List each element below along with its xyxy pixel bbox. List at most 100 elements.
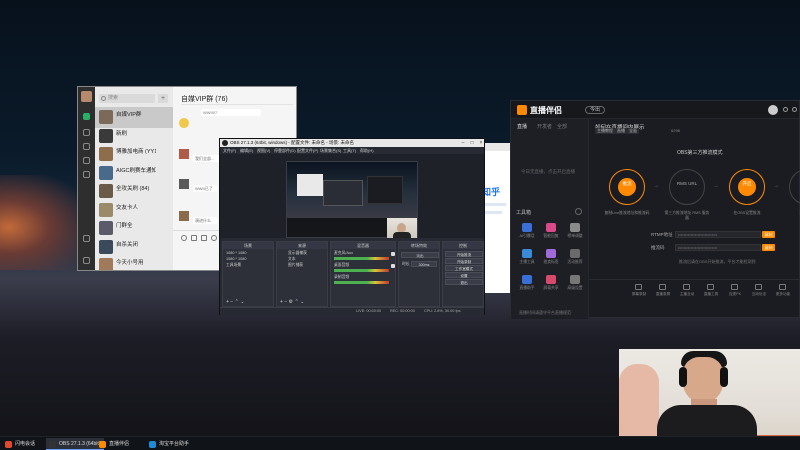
tool-label: 互动玩法 <box>751 292 767 296</box>
chat-icon[interactable] <box>83 113 90 120</box>
close-icon[interactable]: × <box>478 140 484 146</box>
tab-all[interactable]: 全部 <box>557 123 567 130</box>
minimize-icon[interactable]: – <box>460 140 466 146</box>
taskbar-item[interactable]: 淘宝平台助手 <box>146 438 193 450</box>
chat-list-item[interactable]: 今天小号用 <box>95 255 173 270</box>
sources-dock: 来源 显示器捕获 文本 图片捕获 + − ⚙ ⌃ ⌄ <box>276 241 328 307</box>
app-icon <box>49 441 56 448</box>
tool-label: 直播工具 <box>703 292 719 296</box>
tool-直播助手[interactable]: 直播助手 <box>517 275 537 295</box>
tool-AI引爆话[interactable]: AI引爆话 <box>517 223 537 243</box>
tool-label: AI引爆话 <box>519 234 535 238</box>
avatar <box>179 179 189 189</box>
guide-tag[interactable]: 直播 <box>615 128 627 134</box>
taskbar-item[interactable]: 直播伴侣 <box>96 438 133 450</box>
divider <box>181 104 293 105</box>
moments-icon[interactable] <box>83 171 90 178</box>
tool-icon <box>659 284 666 290</box>
studio-mode-button[interactable]: 工作室模式 <box>445 265 483 271</box>
tool-榜单调整[interactable]: 榜单调整 <box>565 223 585 243</box>
copy-rtmp-button[interactable]: 复制 <box>762 231 775 238</box>
contacts-icon[interactable] <box>83 129 90 136</box>
guide-tag[interactable]: 全面 <box>627 128 639 134</box>
mixer-channel-label: 录制音频 <box>334 275 350 279</box>
source-item[interactable]: 图片捕获 <box>280 263 303 268</box>
source-item[interactable]: 文本 <box>280 257 296 262</box>
stream-key-field[interactable]: •••••••••••••••••••••••••••• <box>675 244 761 251</box>
chat-name: 自媒VIP群 <box>116 112 142 118</box>
close-icon[interactable] <box>792 107 797 112</box>
avatar <box>179 149 189 159</box>
mixer-dock: 混音器 麦克风/Aux 桌面音频 录制音频 <box>330 241 396 307</box>
tool-拍卖标签[interactable]: 拍卖标签 <box>541 249 561 269</box>
arrow-icon: → <box>773 183 779 189</box>
add-source-button[interactable]: + − ⚙ ⌃ ⌄ <box>280 299 304 305</box>
tool-高级设置[interactable]: 高级设置 <box>565 275 585 295</box>
start-streaming-button[interactable]: 开始推流 <box>445 251 483 257</box>
scene-item[interactable]: 工具场景 <box>226 263 241 268</box>
arrow-icon: → <box>653 183 659 189</box>
tool-label: 连麦PK <box>729 292 741 296</box>
sources-header: 来源 <box>277 242 327 249</box>
tool-活动推荐[interactable]: 活动推荐 <box>565 249 585 269</box>
app-icon <box>5 441 12 448</box>
controls-dock: 控制 开始推流 开始录制 工作室模式 设置 退出 <box>442 241 484 307</box>
tool-屏幕共享[interactable]: 屏幕共享 <box>541 275 561 295</box>
user-avatar[interactable] <box>768 105 778 115</box>
tab-live[interactable]: 直播 <box>517 123 527 130</box>
version-badge[interactable]: 今出 <box>585 106 606 114</box>
speaker-icon[interactable] <box>391 252 395 256</box>
chat-name: 交友卡人 <box>116 204 139 211</box>
headphone-left <box>679 367 687 387</box>
folder-icon[interactable] <box>191 235 197 241</box>
duration-field[interactable]: 300ms <box>411 261 437 267</box>
guide-tag[interactable]: 主播教程 <box>595 128 615 134</box>
favorites-icon[interactable] <box>83 143 90 150</box>
settings-icon[interactable] <box>575 208 582 215</box>
menu-icon[interactable] <box>83 257 90 264</box>
add-scene-button[interactable]: + − ⌃ ⌄ <box>226 299 244 305</box>
chat-name: 博雅加电商 (YY107 <box>116 149 156 155</box>
emoji-icon[interactable] <box>181 235 187 241</box>
step-caption: 在OBS设置推流 <box>733 211 761 215</box>
add-chat-button[interactable]: + <box>158 94 168 103</box>
source-item[interactable]: 显示器捕获 <box>280 251 307 256</box>
tab-developer[interactable]: 开发者 <box>537 123 552 130</box>
avatar <box>99 128 113 143</box>
tool-icon <box>522 223 532 232</box>
tool-icon <box>570 249 580 258</box>
maximize-icon[interactable]: □ <box>469 140 475 146</box>
transition-select[interactable]: 淡出 <box>401 252 439 258</box>
start-recording-button[interactable]: 开始录制 <box>445 258 483 264</box>
exit-button[interactable]: 退出 <box>445 279 483 285</box>
stream-key-label: 推流码 <box>651 245 665 250</box>
message-bubble: WWII07 <box>201 109 261 116</box>
avatar[interactable] <box>81 91 92 102</box>
chat-name: 今天小号用 <box>116 260 144 266</box>
speaker-icon[interactable] <box>391 264 395 268</box>
tool-主播工具[interactable]: 主播工具 <box>517 249 537 269</box>
minimize-icon[interactable] <box>783 107 788 112</box>
webcam-overlay <box>619 349 800 450</box>
taskbar-item[interactable]: 闪电会话 <box>2 438 39 450</box>
scene-item[interactable]: 1080 * 1080 <box>226 251 246 255</box>
history-icon[interactable] <box>211 235 217 241</box>
tool-智能回复[interactable]: 智能回复 <box>541 223 561 243</box>
search-input[interactable]: 搜索 <box>99 94 155 103</box>
scene-item[interactable]: 1080 * 1080 <box>226 257 246 261</box>
message-bubble: 演进什么 <box>193 217 217 224</box>
app-icon <box>99 441 106 448</box>
copy-key-button[interactable]: 复制 <box>762 244 775 251</box>
scissors-icon[interactable] <box>201 235 207 241</box>
chat-name: 自杀关闭 <box>116 241 139 248</box>
preview-canvas[interactable] <box>286 161 418 238</box>
emoji-avatar <box>179 118 189 128</box>
step-circle: 开启 <box>729 169 765 205</box>
tool-icon <box>731 284 738 290</box>
preview-obs <box>323 180 363 206</box>
phone-icon[interactable] <box>83 235 90 242</box>
rtmp-field[interactable]: •••••••••••••••••••••••••••• <box>675 231 761 238</box>
tool-label: 主播互动 <box>679 292 695 296</box>
settings-button[interactable]: 设置 <box>445 272 483 278</box>
folder-icon[interactable] <box>83 157 90 164</box>
